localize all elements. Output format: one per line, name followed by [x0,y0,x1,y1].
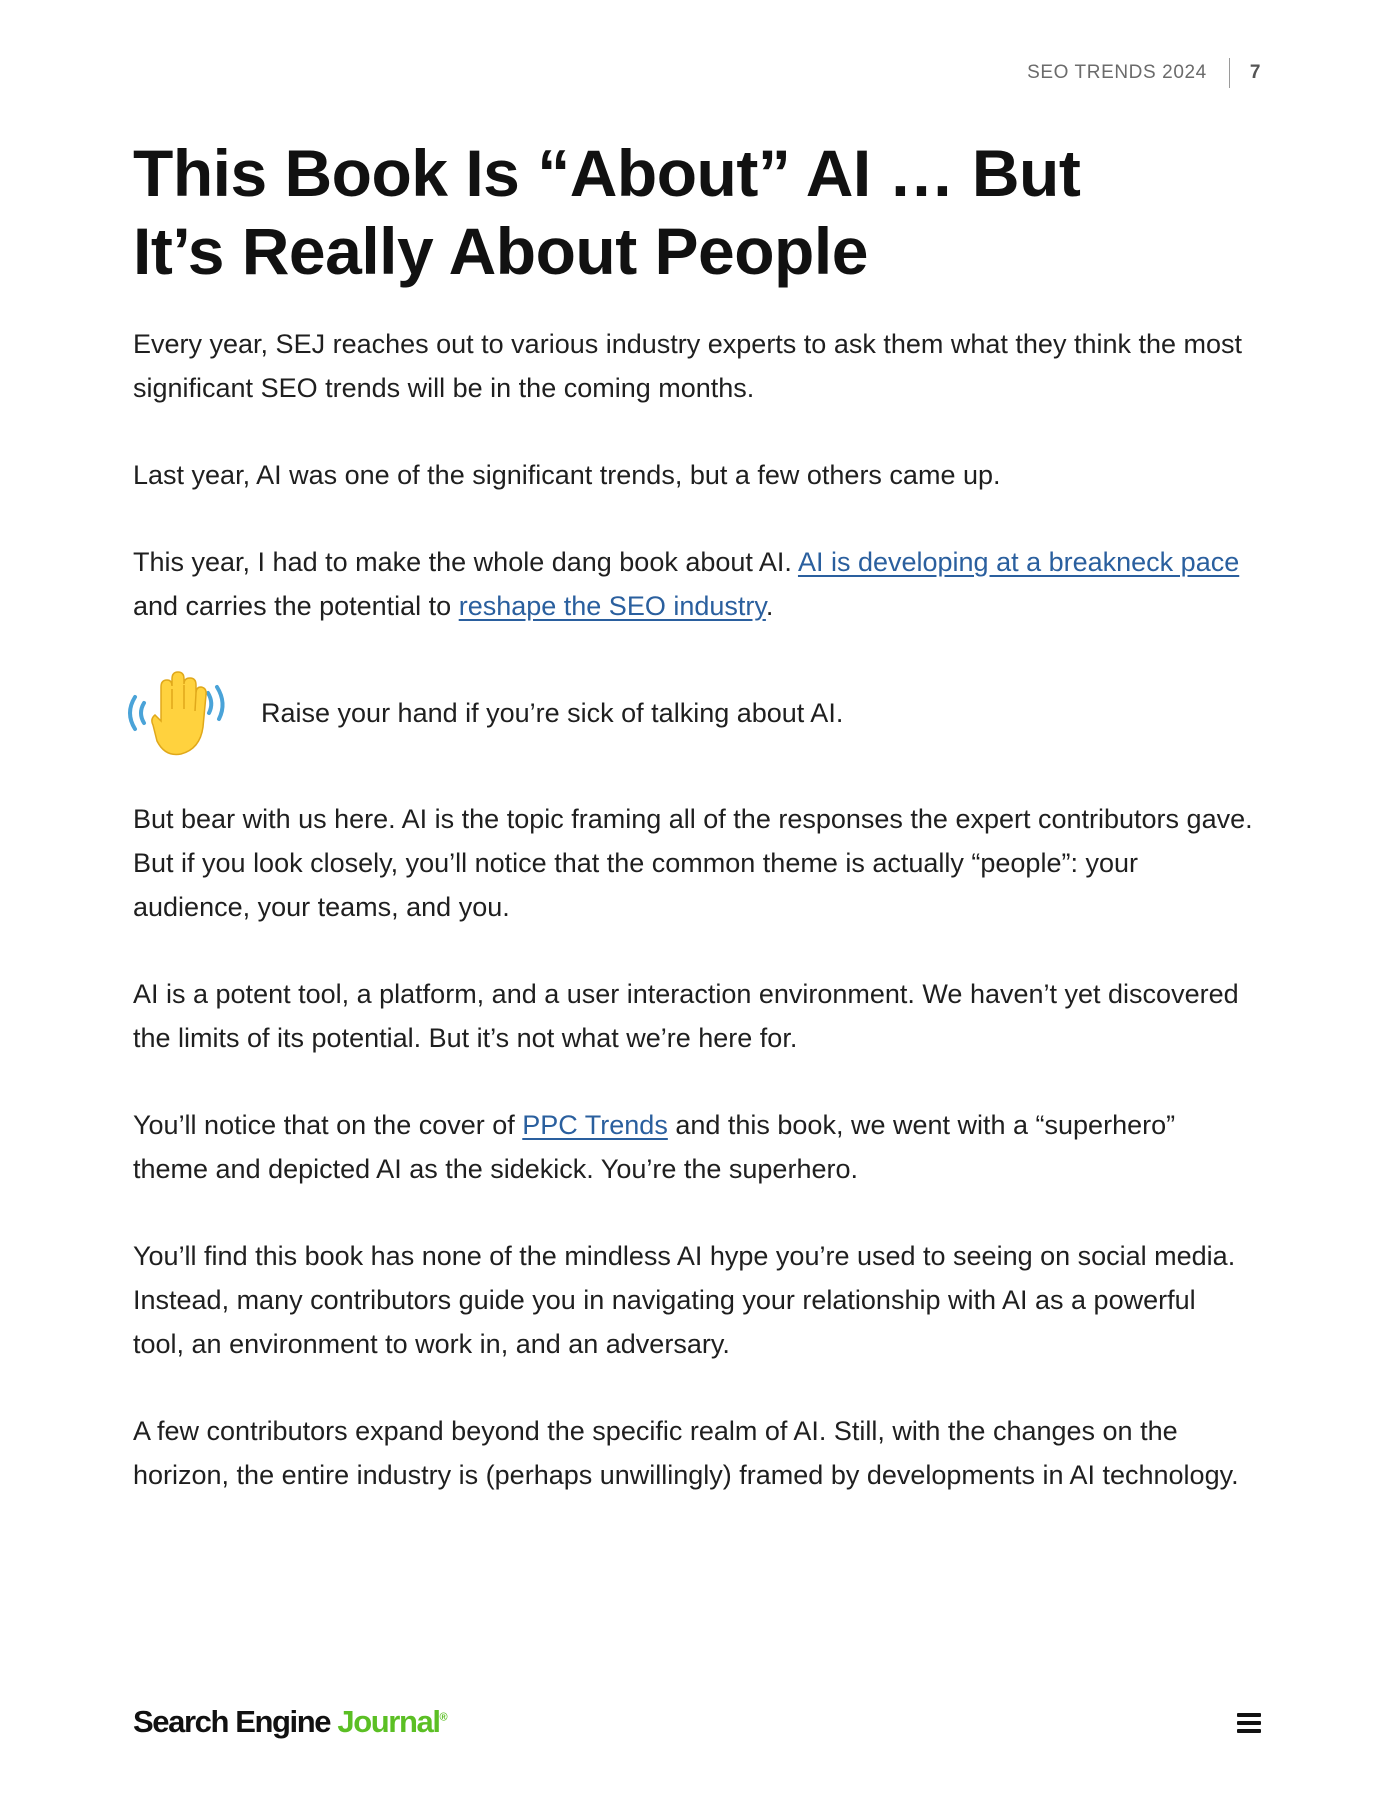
section-label: SEO TRENDS 2024 [1027,62,1207,83]
paragraph-3-text-b: and carries the potential to [133,591,459,621]
logo-text-search-engine: Search Engine [133,1704,338,1739]
header-divider [1228,58,1230,88]
title-line-2: It’s Really About People [133,214,868,288]
callout: Raise your hand if you’re sick of talkin… [121,667,1253,759]
paragraph-3-text-c: . [765,591,774,621]
paragraph-5: AI is a potent tool, a platform, and a u… [133,979,1239,1053]
paragraph-3-text-a: This year, I had to make the whole dang … [133,547,798,577]
page-header: SEO TRENDS 2024 7 [1027,58,1261,88]
paragraph-7: You’ll find this book has none of the mi… [133,1241,1236,1359]
hamburger-menu-icon[interactable] [1237,1712,1261,1734]
paragraph-2: Last year, AI was one of the significant… [133,460,1001,490]
page-title: This Book Is “About” AI … But It’s Reall… [133,134,1133,290]
paragraph-6: You’ll notice that on the cover of PPC T… [133,1103,1253,1191]
link-ppc-trends[interactable]: PPC Trends [522,1110,668,1140]
article-body: Every year, SEJ reaches out to various i… [128,322,1253,1540]
logo-text-journal: Journal [337,1704,441,1739]
page-number: 7 [1249,62,1261,83]
title-line-1: This Book Is “About” AI … But [133,136,1081,210]
paragraph-4: But bear with us here. AI is the topic f… [133,804,1253,922]
logo-registered-mark: ® [439,1711,448,1724]
paragraph-8: A few contributors expand beyond the spe… [133,1416,1239,1490]
paragraph-3: This year, I had to make the whole dang … [133,540,1253,628]
paragraph-1: Every year, SEJ reaches out to various i… [133,329,1243,403]
raised-hand-icon [128,671,225,756]
paragraph-6-text-a: You’ll notice that on the cover of [133,1110,523,1140]
callout-text: Raise your hand if you’re sick of talkin… [261,698,844,728]
sej-logo[interactable]: Search Engine Journal® [133,1704,448,1740]
link-reshape-seo[interactable]: reshape the SEO industry [459,591,766,621]
link-ai-developing[interactable]: AI is developing at a breakneck pace [798,547,1239,577]
